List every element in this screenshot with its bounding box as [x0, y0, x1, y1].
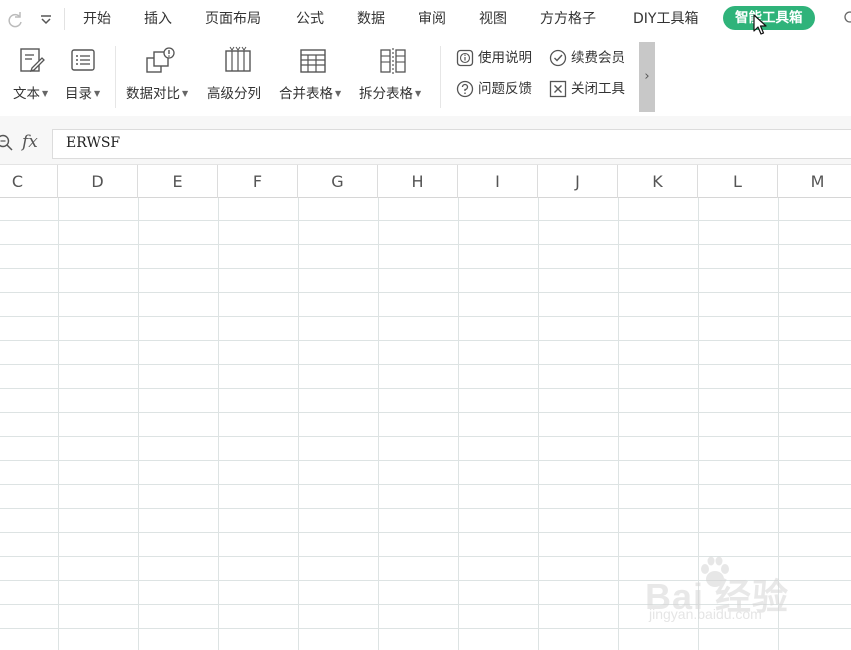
column-header-m[interactable]: M [778, 165, 851, 198]
split-tables-button[interactable]: 拆分表格 ▼ [358, 42, 430, 102]
toc-tool-button[interactable]: 目录 ▼ [62, 42, 108, 102]
column-header-l[interactable]: L [698, 165, 778, 198]
column-split-icon [225, 46, 251, 72]
split-table-icon [380, 48, 406, 74]
check-circle-icon [549, 49, 567, 67]
column-header-row: C D E F G H I J K L M [0, 164, 851, 198]
data-compare-button[interactable]: 数据对比 ▼ [124, 42, 198, 102]
text-tool-button[interactable]: 文本 ▼ [10, 42, 56, 102]
tab-diy-toolbox[interactable]: DIY工具箱 [633, 0, 698, 38]
tab-formulas[interactable]: 公式 [296, 0, 324, 38]
chevron-down-icon: ▼ [415, 89, 422, 98]
close-tool-button[interactable]: 关闭工具 [549, 78, 635, 100]
fx-label[interactable]: fx [22, 132, 38, 152]
tab-review[interactable]: 审阅 [418, 0, 446, 38]
formula-bar: fx ERWSF [0, 116, 851, 164]
tab-smart-toolbox[interactable]: 智能工具箱 [723, 6, 815, 30]
tab-data[interactable]: 数据 [357, 0, 385, 38]
column-header-h[interactable]: H [378, 165, 458, 198]
cell-grid[interactable] [0, 198, 851, 650]
text-edit-icon [20, 48, 45, 73]
split-tables-label: 拆分表格 [359, 86, 413, 102]
ribbon-scroll-right-button[interactable]: › [639, 42, 655, 112]
column-header-g[interactable]: G [298, 165, 378, 198]
chevron-down-icon: ▼ [42, 89, 49, 98]
quick-access-dropdown-icon[interactable] [36, 9, 56, 29]
list-icon [71, 49, 95, 71]
renew-member-label: 续费会员 [571, 50, 625, 66]
formula-input[interactable]: ERWSF [52, 129, 851, 159]
usage-guide-button[interactable]: 使用说明 [456, 47, 542, 69]
close-tool-label: 关闭工具 [571, 81, 625, 97]
text-tool-label: 文本 [13, 86, 40, 102]
feedback-label: 问题反馈 [478, 81, 532, 97]
tab-page-layout[interactable]: 页面布局 [205, 0, 261, 38]
ribbon-toolbar: 文本 ▼ 目录 ▼ 数据对比 ▼ 高级分列 合并表格 ▼ 拆分表格 ▼ 使用说明… [0, 38, 851, 117]
data-compare-icon [146, 47, 175, 73]
chevron-down-icon: ▼ [182, 89, 189, 98]
tab-fangfang-gezi[interactable]: 方方格子 [540, 0, 596, 38]
advanced-split-label: 高级分列 [207, 86, 261, 102]
merge-tables-button[interactable]: 合并表格 ▼ [278, 42, 350, 102]
menu-bar: 开始 插入 页面布局 公式 数据 审阅 视图 方方格子 DIY工具箱 智能工具箱 [0, 0, 851, 38]
merge-table-icon [300, 49, 326, 73]
mouse-cursor-icon [753, 14, 767, 35]
formula-content: ERWSF [66, 135, 121, 151]
chevron-down-icon: ▼ [335, 89, 342, 98]
usage-guide-label: 使用说明 [478, 50, 532, 66]
column-header-k[interactable]: K [618, 165, 698, 198]
column-header-j[interactable]: J [538, 165, 618, 198]
menu-divider [64, 8, 65, 30]
column-header-f[interactable]: F [218, 165, 298, 198]
chevron-down-icon: ▼ [94, 89, 101, 98]
toc-tool-label: 目录 [65, 86, 92, 102]
question-circle-icon [456, 80, 474, 98]
advanced-split-button[interactable]: 高级分列 [206, 42, 270, 102]
column-header-c[interactable]: C [0, 165, 58, 198]
feedback-button[interactable]: 问题反馈 [456, 78, 542, 100]
data-compare-label: 数据对比 [126, 86, 180, 102]
ribbon-divider [440, 46, 441, 108]
tab-insert[interactable]: 插入 [144, 0, 172, 38]
close-box-icon [549, 80, 567, 98]
ribbon-divider [115, 46, 116, 108]
zoom-icon[interactable] [0, 134, 14, 152]
renew-member-button[interactable]: 续费会员 [549, 47, 635, 69]
column-header-e[interactable]: E [138, 165, 218, 198]
tab-start[interactable]: 开始 [83, 0, 111, 38]
tab-view[interactable]: 视图 [479, 0, 507, 38]
redo-icon[interactable] [6, 9, 26, 29]
search-icon[interactable] [841, 10, 851, 26]
info-icon [456, 49, 474, 67]
column-header-i[interactable]: I [458, 165, 538, 198]
merge-tables-label: 合并表格 [279, 86, 333, 102]
column-header-d[interactable]: D [58, 165, 138, 198]
